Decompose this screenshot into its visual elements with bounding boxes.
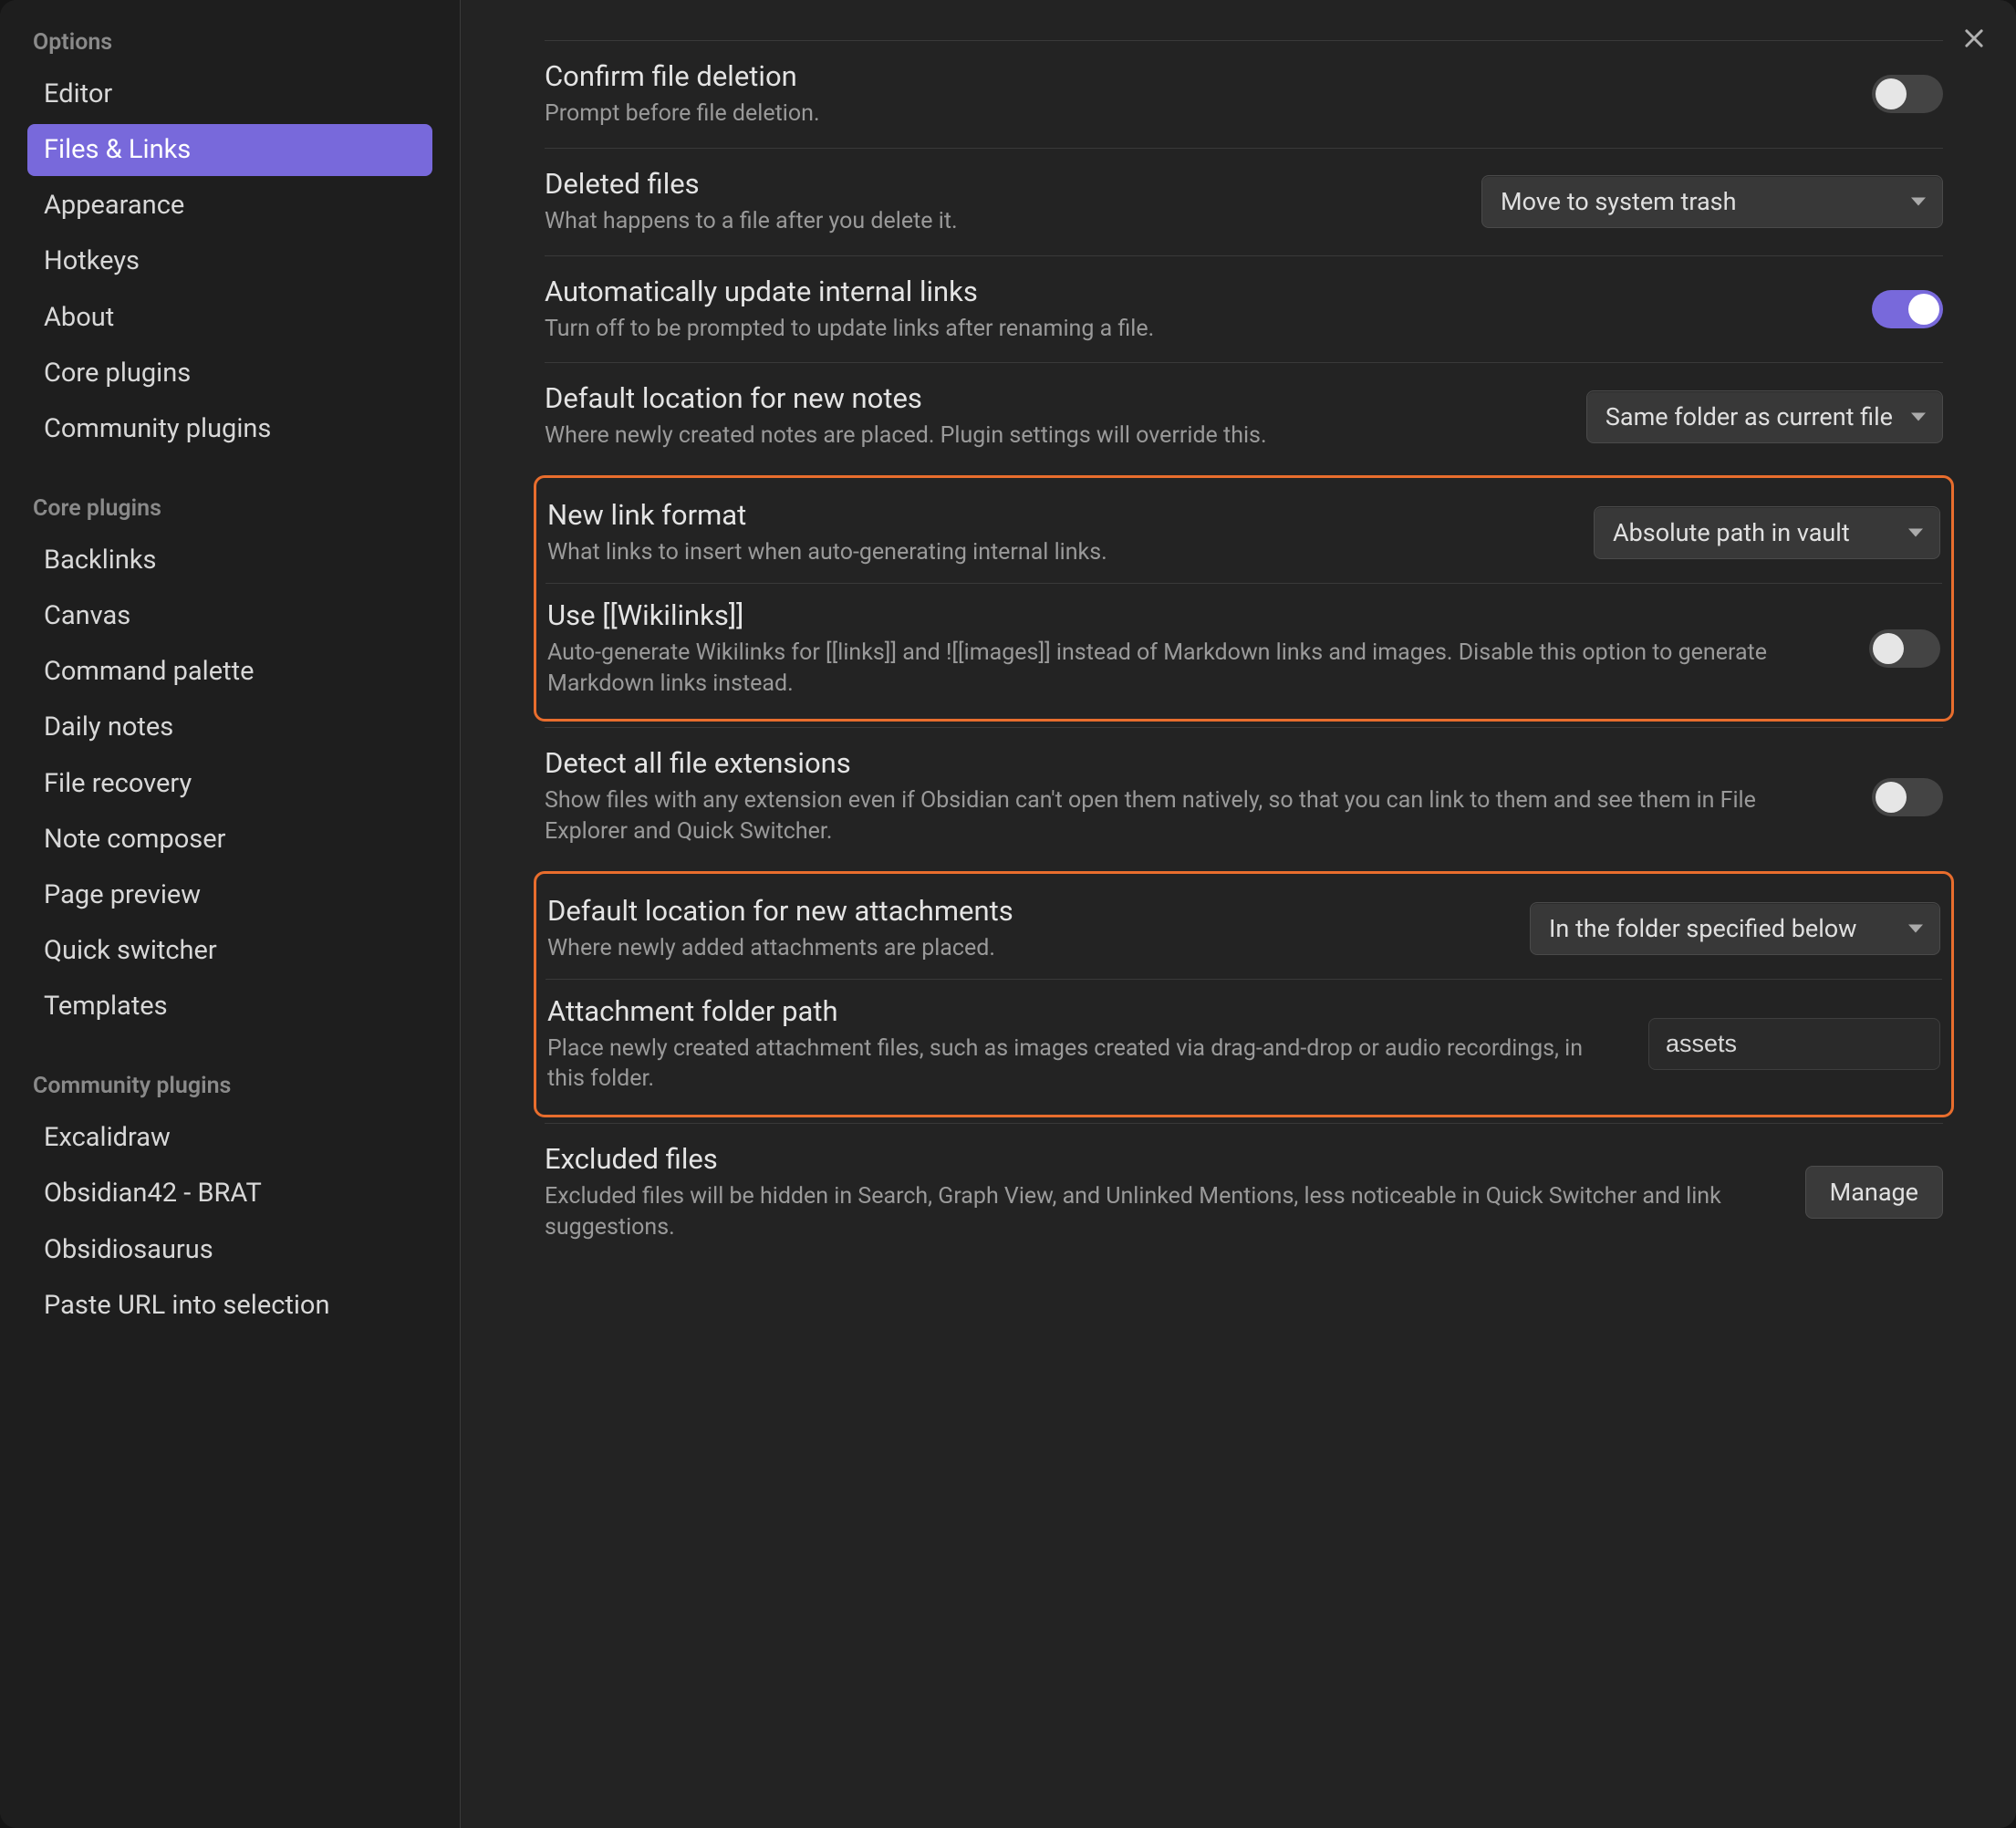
dropdown-value: Move to system trash [1501, 187, 1736, 216]
setting-title: Use [[Wikilinks]] [547, 598, 1842, 632]
setting-new-link-format: New link format What links to insert whe… [546, 483, 1942, 583]
setting-desc: Place newly created attachment files, su… [547, 1033, 1621, 1096]
sidebar-group-options: Options Editor Files & Links Appearance … [27, 29, 432, 455]
dropdown-value: Same folder as current file [1606, 402, 1893, 431]
chevron-down-icon [1908, 529, 1923, 537]
setting-desc: Show files with any extension even if Ob… [545, 785, 1845, 847]
close-button[interactable] [1956, 20, 1992, 57]
setting-auto-update-links: Automatically update internal links Turn… [545, 255, 1943, 363]
sidebar-item-daily-notes[interactable]: Daily notes [27, 701, 432, 753]
settings-modal: Options Editor Files & Links Appearance … [0, 0, 2016, 1828]
sidebar-heading: Options [27, 29, 432, 56]
sidebar-item-about[interactable]: About [27, 292, 432, 344]
new-note-location-dropdown[interactable]: Same folder as current file [1586, 390, 1943, 443]
setting-desc: Prompt before file deletion. [545, 99, 1845, 130]
new-link-format-dropdown[interactable]: Absolute path in vault [1594, 506, 1940, 559]
setting-desc: Turn off to be prompted to update links … [545, 314, 1845, 345]
chevron-down-icon [1911, 412, 1926, 421]
setting-use-wikilinks: Use [[Wikilinks]] Auto-generate Wikilink… [546, 583, 1942, 714]
sidebar-group-community-plugins: Community plugins Excalidraw Obsidian42 … [27, 1073, 432, 1332]
sidebar-item-page-preview[interactable]: Page preview [27, 869, 432, 921]
use-wikilinks-toggle[interactable] [1869, 629, 1940, 668]
setting-confirm-delete: Confirm file deletion Prompt before file… [545, 40, 1943, 148]
setting-desc: Excluded files will be hidden in Search,… [545, 1181, 1778, 1243]
setting-desc: Where newly added attachments are placed… [547, 933, 1502, 964]
sidebar-item-file-recovery[interactable]: File recovery [27, 758, 432, 810]
sidebar-heading: Core plugins [27, 495, 432, 522]
sidebar-item-paste-url[interactable]: Paste URL into selection [27, 1280, 432, 1332]
chevron-down-icon [1911, 198, 1926, 206]
setting-title: Excluded files [545, 1142, 1778, 1176]
sidebar-item-appearance[interactable]: Appearance [27, 180, 432, 232]
setting-new-note-location: Default location for new notes Where new… [545, 362, 1943, 470]
sidebar-item-templates[interactable]: Templates [27, 981, 432, 1033]
deleted-files-dropdown[interactable]: Move to system trash [1481, 175, 1943, 228]
attachment-location-dropdown[interactable]: In the folder specified below [1530, 902, 1940, 955]
manage-excluded-button[interactable]: Manage [1805, 1166, 1943, 1219]
setting-deleted-files: Deleted files What happens to a file aft… [545, 148, 1943, 255]
close-icon [1961, 26, 1987, 51]
setting-desc: Auto-generate Wikilinks for [[links]] an… [547, 638, 1842, 700]
dropdown-value: In the folder specified below [1549, 914, 1856, 943]
setting-desc: What happens to a file after you delete … [545, 206, 1454, 237]
detect-all-ext-toggle[interactable] [1872, 778, 1943, 816]
sidebar-item-note-composer[interactable]: Note composer [27, 814, 432, 866]
sidebar-item-hotkeys[interactable]: Hotkeys [27, 235, 432, 287]
settings-sidebar: Options Editor Files & Links Appearance … [0, 0, 461, 1828]
sidebar-item-backlinks[interactable]: Backlinks [27, 535, 432, 587]
sidebar-item-community-plugins[interactable]: Community plugins [27, 403, 432, 455]
sidebar-group-core-plugins: Core plugins Backlinks Canvas Command pa… [27, 495, 432, 1033]
confirm-delete-toggle[interactable] [1872, 75, 1943, 113]
setting-attachment-location: Default location for new attachments Whe… [546, 879, 1942, 979]
setting-title: Deleted files [545, 167, 1454, 201]
sidebar-item-quick-switcher[interactable]: Quick switcher [27, 925, 432, 977]
setting-desc: Where newly created notes are placed. Pl… [545, 421, 1559, 452]
setting-title: New link format [547, 498, 1566, 532]
sidebar-item-files-links[interactable]: Files & Links [27, 124, 432, 176]
auto-update-links-toggle[interactable] [1872, 290, 1943, 328]
setting-title: Automatically update internal links [545, 275, 1845, 308]
sidebar-item-command-palette[interactable]: Command palette [27, 646, 432, 698]
setting-attachment-folder: Attachment folder path Place newly creat… [546, 979, 1942, 1110]
setting-title: Default location for new notes [545, 381, 1559, 415]
sidebar-item-canvas[interactable]: Canvas [27, 590, 432, 642]
sidebar-item-excalidraw[interactable]: Excalidraw [27, 1112, 432, 1164]
setting-excluded-files: Excluded files Excluded files will be hi… [545, 1123, 1943, 1262]
setting-title: Default location for new attachments [547, 894, 1502, 928]
settings-content: Confirm file deletion Prompt before file… [461, 0, 2016, 1828]
setting-title: Confirm file deletion [545, 59, 1845, 93]
highlight-link-settings: New link format What links to insert whe… [534, 475, 1954, 722]
chevron-down-icon [1908, 925, 1923, 933]
sidebar-item-obsidiosaurus[interactable]: Obsidiosaurus [27, 1224, 432, 1276]
dropdown-value: Absolute path in vault [1613, 518, 1850, 547]
sidebar-item-editor[interactable]: Editor [27, 68, 432, 120]
setting-title: Attachment folder path [547, 994, 1621, 1028]
highlight-attachment-settings: Default location for new attachments Whe… [534, 871, 1954, 1117]
setting-detect-all-ext: Detect all file extensions Show files wi… [545, 727, 1943, 866]
setting-title: Detect all file extensions [545, 746, 1845, 780]
sidebar-item-core-plugins[interactable]: Core plugins [27, 348, 432, 400]
setting-desc: What links to insert when auto-generatin… [547, 537, 1566, 568]
attachment-folder-input[interactable] [1648, 1018, 1940, 1070]
sidebar-heading: Community plugins [27, 1073, 432, 1099]
sidebar-item-brat[interactable]: Obsidian42 - BRAT [27, 1168, 432, 1220]
